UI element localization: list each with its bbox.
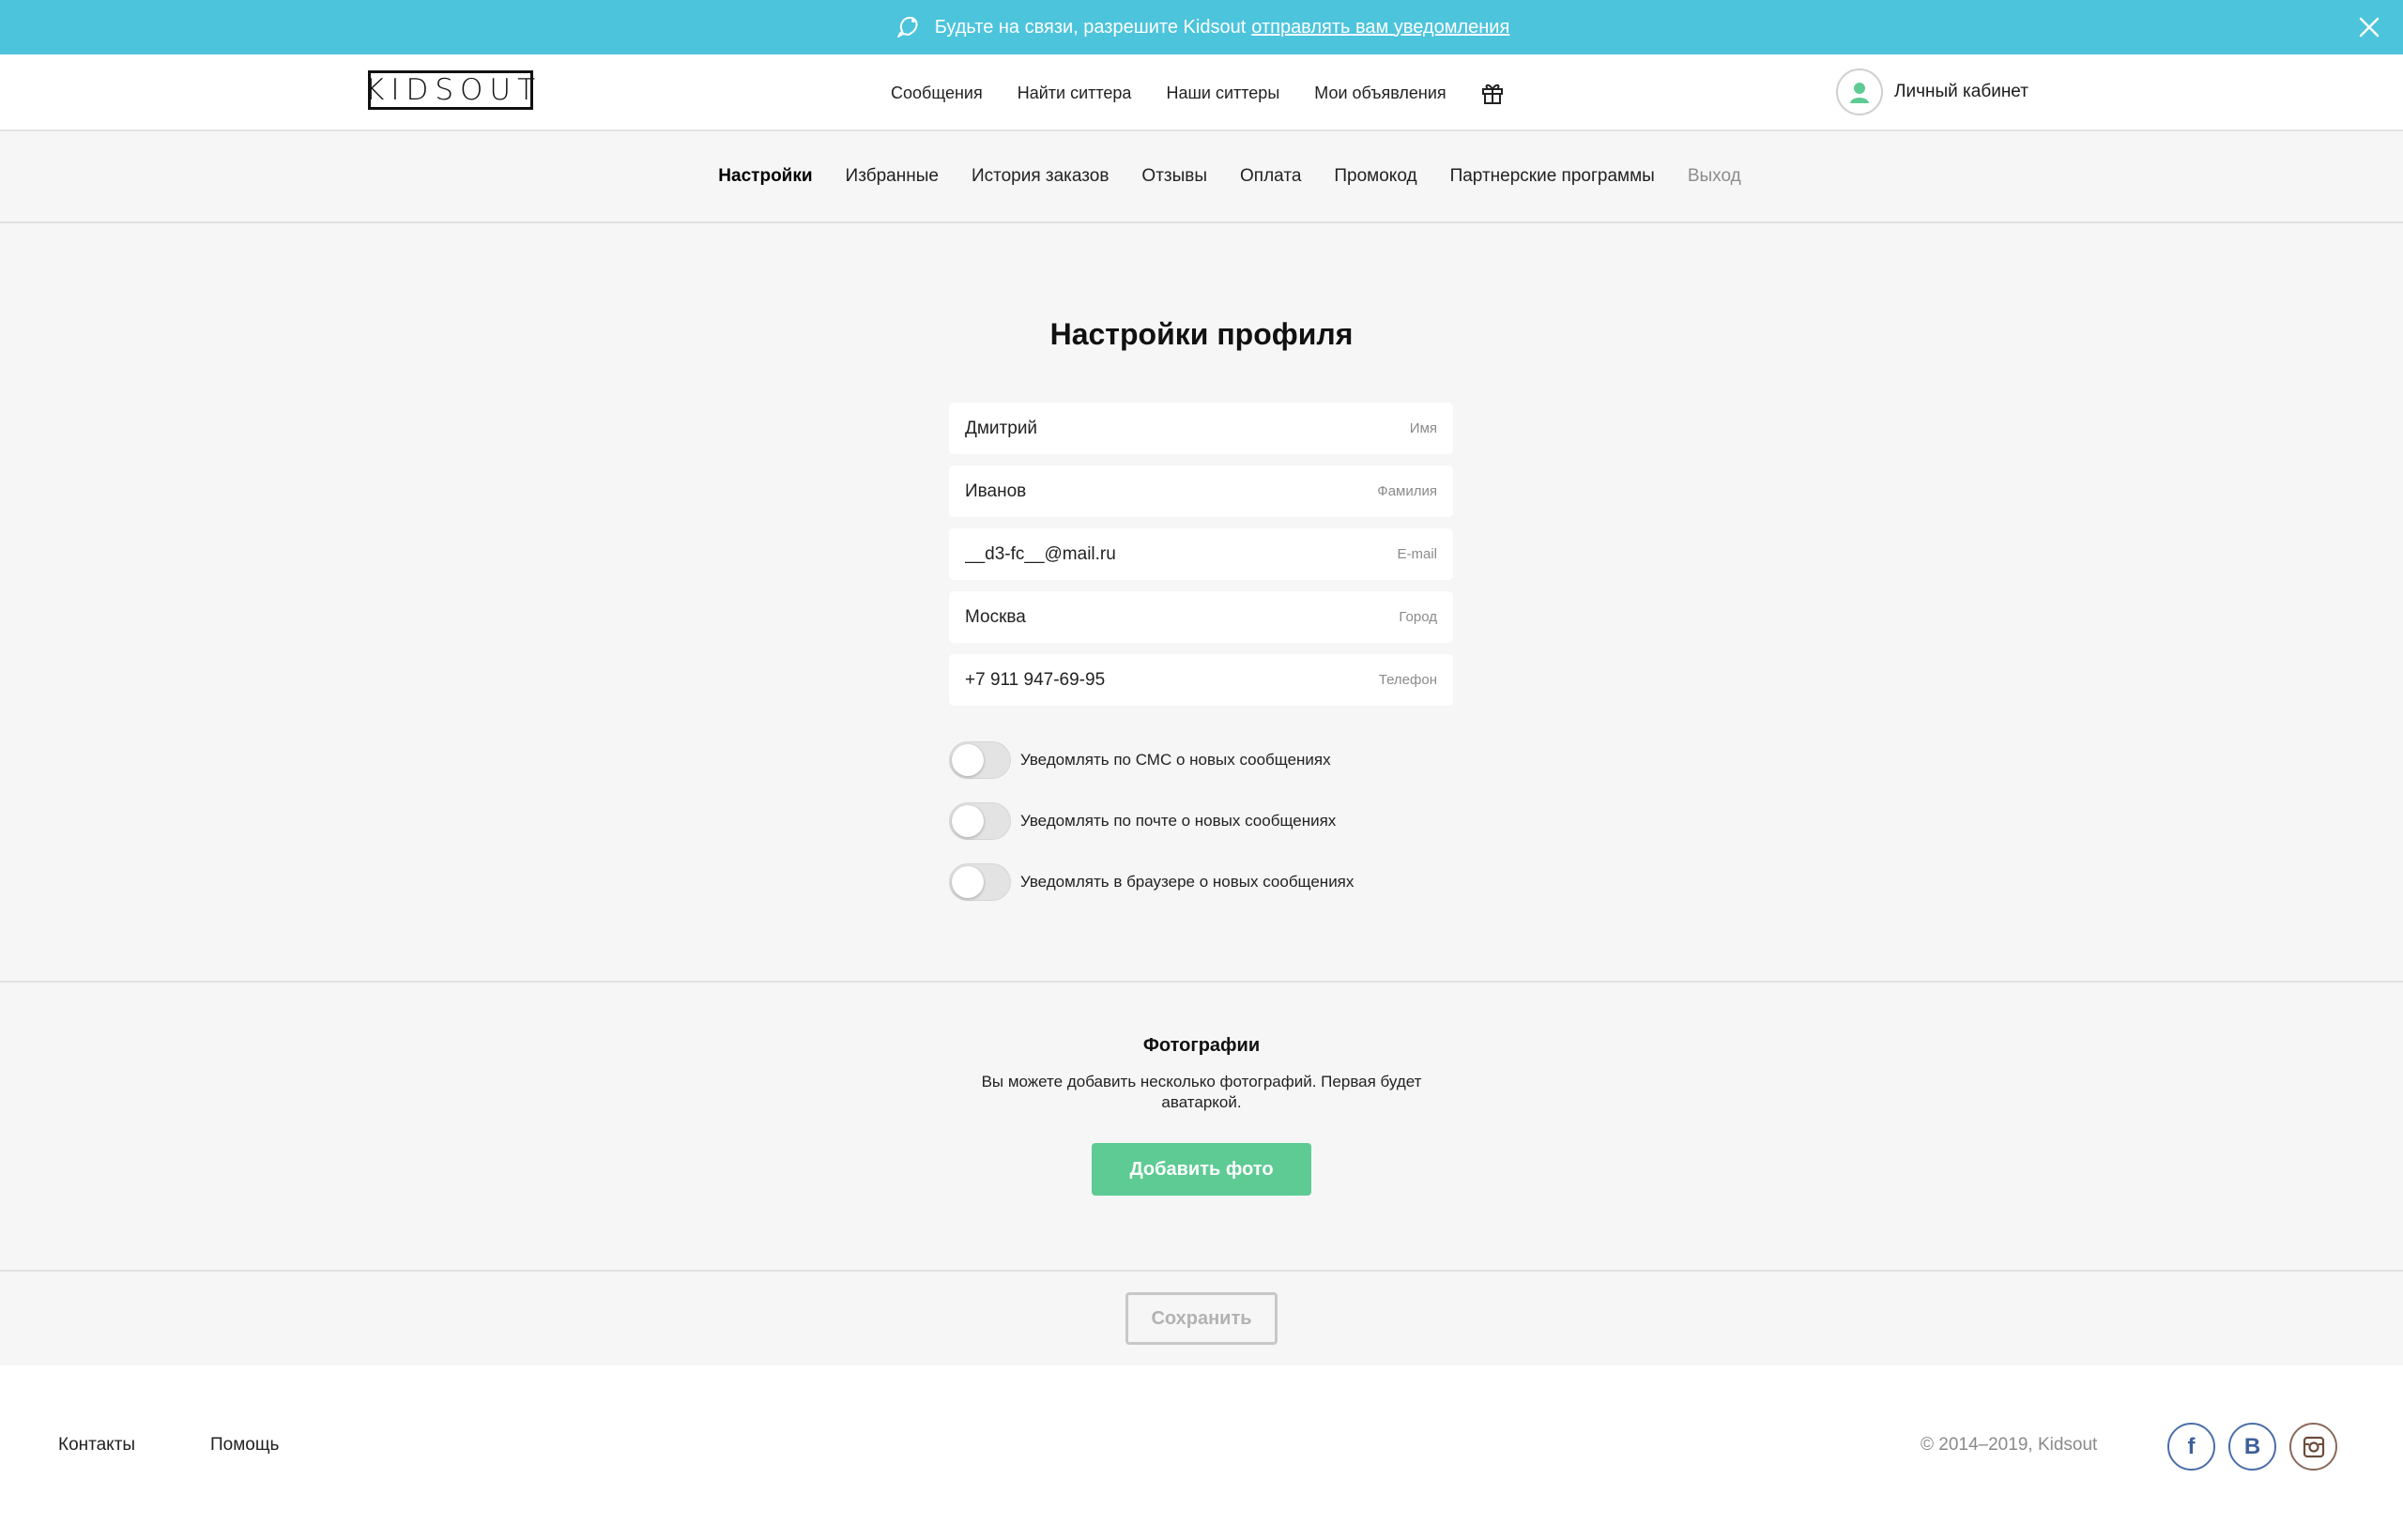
browser-notifications-label: Уведомлять в браузере о новых сообщениях [1020, 873, 1355, 891]
save-button[interactable]: Сохранить [1125, 1292, 1278, 1345]
vkontakte-icon[interactable]: В [2228, 1423, 2276, 1471]
save-bar: Сохранить [0, 1272, 2403, 1365]
profile-settings-section: Настройки профиля Имя Фамилия E-mail Гор… [0, 223, 2403, 983]
logout-link[interactable]: Выход [1688, 166, 1741, 187]
instagram-icon[interactable] [2289, 1423, 2337, 1471]
personal-cabinet-link[interactable]: Личный кабинет [1836, 69, 2028, 115]
tab-partner-programs[interactable]: Партнерские программы [1450, 166, 1655, 187]
kidsout-logo[interactable]: KIDSOUT [365, 70, 535, 110]
toggle-knob [952, 866, 984, 898]
email-field: E-mail [949, 528, 1453, 580]
city-input[interactable] [965, 606, 1322, 628]
photos-description: Вы можете добавить несколько фотографий.… [981, 1073, 1422, 1111]
tab-promo-code[interactable]: Промокод [1334, 166, 1416, 187]
gift-icon[interactable] [1479, 80, 1506, 106]
toggle-row-email: Уведомлять по почте о новых сообщениях [949, 801, 1512, 841]
page-title: Настройки профиля [1049, 317, 1354, 351]
photos-section: Фотографии Вы можете добавить несколько … [0, 983, 2403, 1272]
email-hint: E-mail [1397, 546, 1437, 562]
profile-form: Имя Фамилия E-mail Город Телефон [949, 403, 1453, 717]
email-input[interactable] [965, 543, 1322, 565]
sms-notifications-label: Уведомлять по СМС о новых сообщениях [1020, 751, 1331, 769]
city-hint: Город [1399, 609, 1437, 625]
last-name-hint: Фамилия [1377, 483, 1437, 499]
nav-messages[interactable]: Сообщения [891, 84, 983, 103]
toggle-row-browser: Уведомлять в браузере о новых сообщениях [949, 862, 1512, 902]
email-notifications-label: Уведомлять по почте о новых сообщениях [1020, 812, 1337, 830]
tab-order-history[interactable]: История заказов [972, 166, 1109, 187]
bell-icon [894, 13, 922, 41]
footer-help-link[interactable]: Помощь [210, 1435, 279, 1456]
main-nav: Сообщения Найти ситтера Наши ситтеры Мои… [891, 54, 1506, 131]
tab-settings[interactable]: Настройки [718, 166, 812, 187]
email-notifications-toggle[interactable] [949, 802, 1011, 840]
photos-title: Фотографии [1142, 1035, 1261, 1056]
tab-reviews[interactable]: Отзывы [1141, 166, 1207, 187]
toggle-row-sms: Уведомлять по СМС о новых сообщениях [949, 740, 1512, 780]
facebook-icon[interactable]: f [2167, 1423, 2215, 1471]
phone-field: Телефон [949, 654, 1453, 706]
toggle-knob [952, 744, 984, 776]
close-icon[interactable] [2356, 14, 2382, 40]
nav-our-sitters[interactable]: Наши ситтеры [1166, 84, 1279, 103]
nav-my-listings[interactable]: Мои объявления [1314, 84, 1446, 103]
banner-enable-notifications-link[interactable]: отправлять вам уведомления [1251, 17, 1509, 38]
add-photo-button[interactable]: Добавить фото [1092, 1143, 1311, 1196]
copyright: © 2014–2019, Kidsout [1921, 1435, 2098, 1455]
city-field: Город [949, 591, 1453, 643]
site-footer: Контакты Помощь © 2014–2019, Kidsout f В [0, 1365, 2403, 1540]
notification-banner: Будьте на связи, разрешите Kidsout отпра… [0, 0, 2403, 54]
toggle-knob [952, 805, 984, 837]
last-name-field: Фамилия [949, 465, 1453, 517]
browser-notifications-toggle[interactable] [949, 863, 1011, 901]
sms-notifications-toggle[interactable] [949, 741, 1011, 779]
profile-subnav: Настройки Избранные История заказов Отзы… [0, 131, 2403, 223]
footer-contacts-link[interactable]: Контакты [58, 1435, 135, 1456]
last-name-input[interactable] [965, 480, 1322, 502]
first-name-field: Имя [949, 403, 1453, 454]
avatar [1836, 69, 1883, 115]
phone-input[interactable] [965, 669, 1322, 691]
nav-find-sitter[interactable]: Найти ситтера [1018, 84, 1132, 103]
site-header: KIDSOUT Сообщения Найти ситтера Наши сит… [0, 54, 2403, 131]
banner-text: Будьте на связи, разрешите Kidsout [934, 16, 1247, 38]
first-name-input[interactable] [965, 418, 1322, 439]
first-name-hint: Имя [1409, 420, 1437, 436]
tab-favorites[interactable]: Избранные [846, 166, 939, 187]
personal-cabinet-label: Личный кабинет [1894, 82, 2028, 101]
tab-payment[interactable]: Оплата [1240, 166, 1301, 187]
phone-hint: Телефон [1378, 672, 1437, 688]
notification-toggles: Уведомлять по СМС о новых сообщениях Уве… [949, 740, 1512, 923]
